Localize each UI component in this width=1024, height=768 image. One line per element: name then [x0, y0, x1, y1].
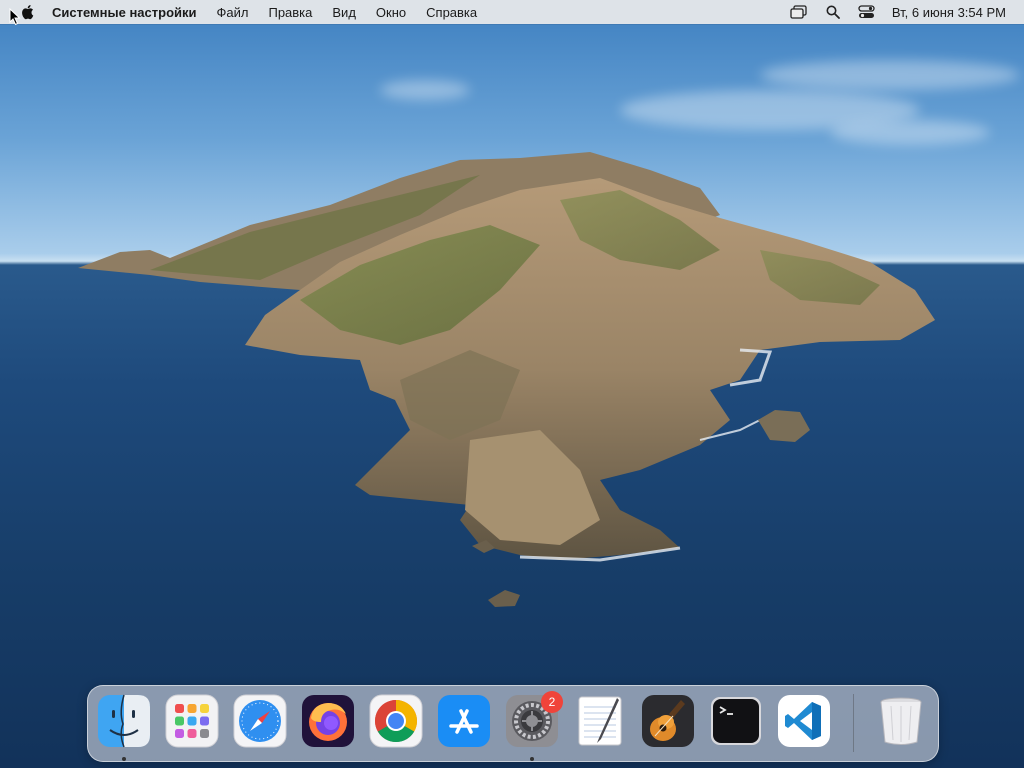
dock-garageband[interactable]	[641, 694, 695, 748]
dock-vscode[interactable]	[777, 694, 831, 748]
notification-badge: 2	[541, 691, 563, 713]
dock-app-store[interactable]	[437, 694, 491, 748]
menu-status-area: Вт, 6 июня 3:54 PM	[790, 4, 1024, 20]
dock-chrome[interactable]	[369, 694, 423, 748]
dock-terminal[interactable]	[709, 694, 763, 748]
dock: 2	[87, 685, 939, 762]
mouse-pointer-icon	[9, 8, 21, 26]
menu-app-name[interactable]: Системные настройки	[52, 5, 197, 20]
vscode-icon	[778, 695, 830, 747]
dock-launchpad[interactable]	[165, 694, 219, 748]
app-store-icon	[438, 695, 490, 747]
terminal-icon	[711, 697, 761, 745]
island-illustration	[78, 152, 935, 607]
control-center-icon[interactable]	[858, 4, 876, 20]
menu-bar: Системные настройки Файл Правка Вид Окно…	[0, 0, 1024, 24]
search-icon[interactable]	[824, 4, 842, 20]
dock-finder[interactable]	[97, 694, 151, 748]
dock-trash[interactable]	[874, 694, 928, 748]
screen-mirroring-icon[interactable]	[790, 4, 808, 20]
textedit-icon	[578, 696, 622, 746]
dock-firefox[interactable]	[301, 694, 355, 748]
trash-icon	[880, 697, 922, 745]
menu-window[interactable]: Окно	[376, 5, 406, 20]
menu-edit[interactable]: Правка	[268, 5, 312, 20]
safari-icon	[233, 694, 287, 748]
dock-safari[interactable]	[233, 694, 287, 748]
firefox-icon	[302, 695, 354, 747]
menu-view[interactable]: Вид	[332, 5, 356, 20]
dock-separator	[853, 694, 854, 752]
launchpad-icon	[165, 694, 219, 748]
garageband-icon	[642, 695, 694, 747]
menu-file[interactable]: Файл	[217, 5, 249, 20]
chrome-icon	[369, 694, 423, 748]
running-indicator	[122, 757, 126, 761]
dock-textedit[interactable]	[573, 694, 627, 748]
menu-clock[interactable]: Вт, 6 июня 3:54 PM	[892, 5, 1006, 20]
desktop-wallpaper	[0, 0, 1024, 768]
menu-help[interactable]: Справка	[426, 5, 477, 20]
running-indicator	[530, 757, 534, 761]
finder-icon	[98, 694, 150, 748]
